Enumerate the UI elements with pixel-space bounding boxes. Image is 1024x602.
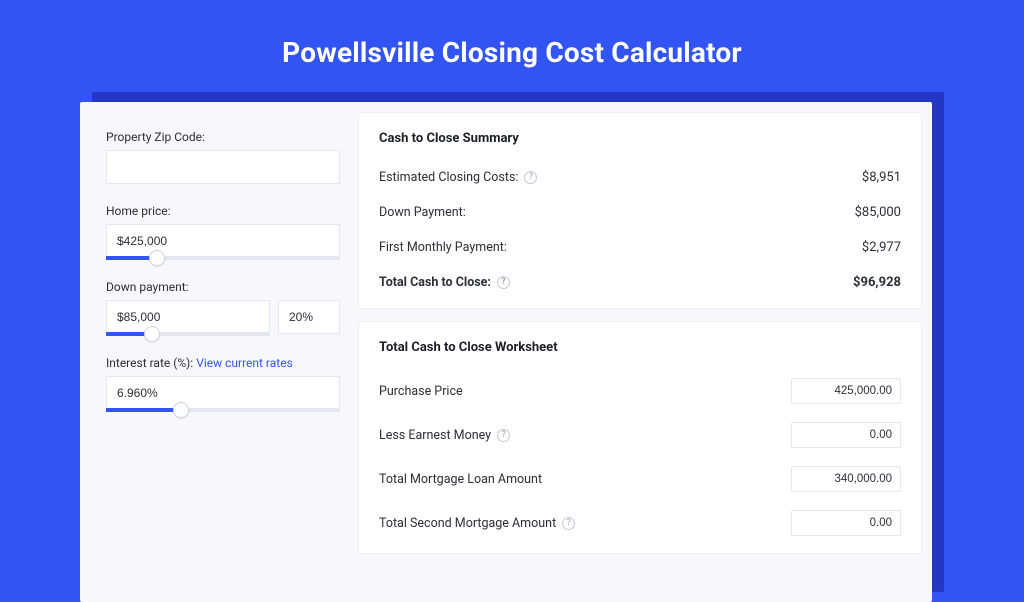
worksheet-row-label: Purchase Price — [379, 384, 463, 399]
home-price-input[interactable] — [106, 224, 340, 258]
down-payment-label: Down payment: — [106, 280, 340, 294]
home-price-group: Home price: — [106, 204, 340, 260]
worksheet-row-label: Total Mortgage Loan Amount — [379, 472, 542, 487]
worksheet-row-input[interactable] — [791, 422, 901, 448]
interest-rate-slider[interactable] — [106, 408, 340, 412]
worksheet-card: Total Cash to Close Worksheet Purchase P… — [358, 321, 922, 554]
down-payment-slider[interactable] — [106, 332, 270, 336]
help-icon[interactable]: ? — [497, 429, 510, 442]
worksheet-row: Less Earnest Money ? — [379, 413, 901, 457]
worksheet-row: Purchase Price — [379, 369, 901, 413]
summary-total-row: Total Cash to Close: ? $96,928 — [379, 265, 901, 300]
inputs-panel: Property Zip Code: Home price: Down paym… — [80, 102, 358, 602]
worksheet-row-label: Total Second Mortgage Amount — [379, 516, 556, 531]
worksheet-row: Total Mortgage Loan Amount — [379, 457, 901, 501]
interest-rate-label-text: Interest rate (%): — [106, 356, 193, 370]
interest-rate-input[interactable] — [106, 376, 340, 410]
summary-title: Cash to Close Summary — [379, 131, 901, 146]
interest-rate-group: Interest rate (%): View current rates — [106, 356, 340, 412]
worksheet-row-input[interactable] — [791, 510, 901, 536]
summary-row-value: $8,951 — [862, 170, 901, 185]
help-icon[interactable]: ? — [524, 171, 537, 184]
summary-card: Cash to Close Summary Estimated Closing … — [358, 112, 922, 309]
summary-row-label: Down Payment: — [379, 205, 466, 220]
worksheet-row-label: Less Earnest Money — [379, 428, 491, 443]
summary-row: First Monthly Payment: $2,977 — [379, 230, 901, 265]
calculator-card: Property Zip Code: Home price: Down paym… — [80, 102, 932, 602]
down-payment-input[interactable] — [106, 300, 270, 334]
home-price-slider[interactable] — [106, 256, 340, 260]
down-payment-group: Down payment: — [106, 280, 340, 336]
summary-row-label: Estimated Closing Costs: — [379, 170, 518, 185]
down-payment-pct-input[interactable] — [278, 300, 340, 334]
zip-input[interactable] — [106, 150, 340, 184]
worksheet-title: Total Cash to Close Worksheet — [379, 340, 901, 355]
worksheet-row: Total Second Mortgage Amount ? — [379, 501, 901, 545]
summary-total-label: Total Cash to Close: — [379, 275, 491, 290]
summary-row: Estimated Closing Costs: ? $8,951 — [379, 160, 901, 195]
help-icon[interactable]: ? — [562, 517, 575, 530]
interest-rate-slider-fill — [106, 408, 181, 412]
results-panel: Cash to Close Summary Estimated Closing … — [358, 102, 932, 602]
down-payment-slider-thumb[interactable] — [144, 326, 160, 342]
summary-row-label: First Monthly Payment: — [379, 240, 507, 255]
zip-label: Property Zip Code: — [106, 130, 340, 144]
summary-row-value: $85,000 — [855, 205, 901, 220]
worksheet-row-input[interactable] — [791, 378, 901, 404]
home-price-label: Home price: — [106, 204, 340, 218]
home-price-slider-thumb[interactable] — [149, 250, 165, 266]
summary-row-value: $2,977 — [862, 240, 901, 255]
summary-total-value: $96,928 — [853, 275, 901, 290]
interest-rate-slider-thumb[interactable] — [173, 402, 189, 418]
zip-group: Property Zip Code: — [106, 130, 340, 184]
interest-rate-label: Interest rate (%): View current rates — [106, 356, 340, 370]
summary-row: Down Payment: $85,000 — [379, 195, 901, 230]
worksheet-row-input[interactable] — [791, 466, 901, 492]
help-icon[interactable]: ? — [497, 276, 510, 289]
page-title: Powellsville Closing Cost Calculator — [0, 0, 1024, 69]
view-rates-link[interactable]: View current rates — [196, 356, 293, 370]
